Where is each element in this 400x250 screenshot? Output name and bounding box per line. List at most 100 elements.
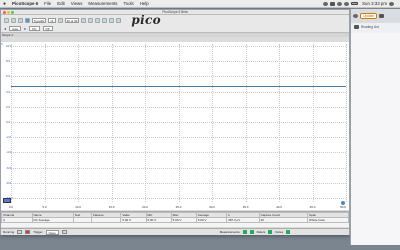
y-tick-label: 2.0 — [6, 104, 11, 109]
x-gridline — [111, 44, 113, 202]
cell-min: 5.00 V — [145, 217, 172, 223]
zoom-in-icon[interactable] — [102, 17, 108, 23]
hand-tool-icon[interactable] — [95, 17, 101, 23]
minimize-icon[interactable] — [7, 11, 11, 14]
wifi-icon[interactable] — [344, 1, 350, 6]
edit-measurement-icon[interactable] — [249, 230, 254, 234]
display-icon[interactable] — [330, 1, 336, 6]
reading-list-icon[interactable] — [354, 24, 359, 29]
trigger-mode-select[interactable]: None — [45, 229, 59, 235]
menu-app-name[interactable]: PicoScope 6 — [9, 1, 41, 6]
persistence-mode-icon[interactable] — [11, 17, 16, 23]
zoom-out-icon[interactable] — [109, 17, 115, 23]
browser-bookmarks-bar: Reading List — [351, 23, 400, 30]
x-tick-label: 10.0 — [75, 205, 81, 209]
x-tick-label: 35.0 — [242, 205, 249, 209]
scope-tab[interactable]: Scope 1 — [1, 33, 349, 37]
apple-icon[interactable]: ● — [0, 1, 9, 7]
menu-tools[interactable]: Tools — [120, 1, 136, 6]
x-gridline — [178, 44, 180, 202]
scope-mode-icon[interactable] — [4, 17, 9, 23]
status-bar: Running Trigger None Measurements Rulers… — [1, 228, 349, 235]
browser-content — [351, 33, 400, 245]
menu-edit[interactable]: Edit — [54, 1, 68, 6]
cell-max: 5.00 V — [170, 217, 197, 223]
dropbox-icon[interactable] — [323, 1, 329, 6]
coupling-arrow-icon[interactable]: ▸ — [24, 26, 26, 31]
cell-span: Whole trace — [307, 217, 349, 223]
prev-buffer-icon[interactable] — [81, 17, 87, 23]
y-axis-unit: V — [1, 42, 4, 46]
x-gridline — [11, 44, 12, 202]
y-tick-label: 8.0 — [6, 59, 11, 64]
table-row[interactable]: A DC Average 5.00 V 5.00 V 5.00 V 5.00 V… — [1, 217, 349, 223]
window-title: PicoScope 6 Beta — [162, 10, 188, 14]
cell-name: DC Average — [31, 217, 74, 223]
bluetooth-icon[interactable] — [337, 1, 343, 6]
browser-toolbar: Update — [351, 9, 400, 23]
x-tick-label: 25.0 — [175, 205, 182, 209]
probe-select[interactable]: Off — [42, 26, 53, 31]
channel-a-scale-marker[interactable] — [3, 198, 11, 203]
run-button[interactable] — [17, 229, 23, 235]
cell-failures — [90, 217, 122, 223]
menu-file[interactable]: File — [41, 1, 54, 6]
notes-toggle[interactable] — [286, 230, 291, 234]
cell-test — [72, 217, 92, 223]
menu-views[interactable]: Views — [68, 1, 86, 6]
main-toolbar: 5 µs/div x1 32 of 32 pico — [1, 13, 349, 27]
x-tick-label: 50.0 — [340, 205, 346, 209]
coupling-select[interactable]: DC — [29, 26, 40, 31]
menu-help[interactable]: Help — [137, 1, 152, 6]
cell-channel: A — [1, 217, 33, 223]
search-icon[interactable] — [389, 1, 394, 6]
menubar-status-area: Sun 3:33 pm — [323, 1, 400, 6]
trigger-settings-icon[interactable] — [61, 229, 67, 235]
add-measurement-icon[interactable] — [242, 230, 247, 234]
time-ruler-handle[interactable] — [341, 201, 345, 205]
spectrum-mode-icon[interactable] — [18, 17, 23, 23]
pico-logo: pico — [131, 13, 161, 27]
stop-button[interactable] — [25, 229, 31, 235]
y-tick-label: 4.0 — [6, 89, 11, 94]
extension-icon[interactable] — [353, 14, 358, 18]
y-tick-label: 6.0 — [6, 74, 11, 79]
notes-label: Notes — [275, 230, 284, 234]
x-tick-label: 0.0 — [8, 205, 14, 209]
samples-icon[interactable] — [57, 17, 63, 23]
x-gridline — [44, 44, 46, 202]
close-icon[interactable] — [3, 11, 6, 14]
x-tick-label: 15.0 — [108, 205, 115, 209]
cell-average: 5.00 V — [195, 217, 228, 223]
window-controls — [3, 11, 15, 14]
view-icon[interactable] — [25, 17, 30, 23]
x-tick-label: 20.0 — [142, 205, 148, 209]
zoom-icon[interactable] — [11, 11, 15, 14]
scope-plot[interactable]: V 10.08.06.04.02.00.0-2.0-4.0-6.0-8.0-10… — [1, 42, 349, 210]
zoom-fit-icon[interactable] — [116, 17, 122, 23]
menu-measurements[interactable]: Measurements — [85, 1, 120, 6]
battery-icon[interactable] — [351, 1, 359, 6]
x-gridline — [245, 44, 247, 202]
rulers-toggle[interactable] — [268, 230, 273, 234]
title-bar: PicoScope 6 Beta — [1, 10, 349, 15]
x-gridline — [145, 44, 146, 202]
running-label: Running — [3, 230, 15, 234]
menubar-clock[interactable]: Sun 3:33 pm — [360, 1, 387, 6]
channel-a-arrow-icon[interactable]: ◂ — [4, 26, 6, 31]
x-gridline — [312, 44, 314, 202]
rulers-label: Rulers — [256, 230, 266, 234]
capture-count[interactable]: 32 of 32 — [64, 17, 80, 23]
y-tick-label: 0.0 — [6, 120, 11, 124]
update-button[interactable]: Update — [360, 13, 378, 19]
x-tick-label: 40.0 — [276, 205, 282, 209]
background-browser-window: Update Reading List — [350, 9, 400, 245]
channel-a-range-select[interactable]: Auto — [9, 26, 22, 31]
zoom-select[interactable]: x1 — [48, 17, 56, 23]
x-tick-label: 5.0 — [42, 205, 47, 209]
reading-list-label[interactable]: Reading List — [361, 25, 379, 29]
browser-menu-icon[interactable] — [379, 14, 385, 18]
x-tick-label: 30.0 — [209, 205, 215, 209]
timebase-select[interactable]: 5 µs/div — [32, 17, 47, 23]
next-buffer-icon[interactable] — [88, 17, 94, 23]
